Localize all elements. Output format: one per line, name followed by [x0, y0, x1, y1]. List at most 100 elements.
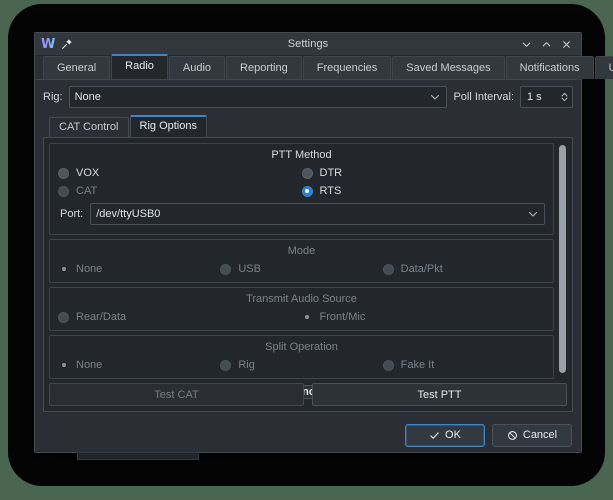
main-tab-bar: General Radio Audio Reporting Frequencie…: [35, 54, 613, 80]
radio-split-rig: Rig: [220, 359, 382, 371]
radio-audio-rear-data: Rear/Data: [58, 311, 302, 323]
vertical-scrollbar[interactable]: [558, 143, 567, 377]
mode-title: Mode: [287, 245, 316, 257]
rig-row: Rig: None Poll Interval: 1 s: [43, 86, 573, 108]
cancel-button[interactable]: Cancel: [492, 423, 572, 447]
mode-row: None USB Data/Pkt: [58, 263, 545, 275]
scrollbar-thumb[interactable]: [559, 145, 566, 373]
test-cat-button: Test CAT: [49, 383, 304, 406]
radio-indicator: [58, 360, 69, 371]
port-select-value: /dev/ttyUSB0: [96, 208, 161, 220]
poll-interval-value: 1 s: [527, 91, 542, 103]
transmit-audio-row: Rear/Data Front/Mic: [58, 311, 545, 323]
tab-frequencies[interactable]: Frequencies: [302, 56, 392, 79]
radio-label: DTR: [319, 167, 343, 179]
stepper-arrows-icon[interactable]: [560, 91, 569, 103]
test-button-row: Test CAT Test PTT: [49, 383, 567, 406]
radio-indicator: [220, 263, 232, 275]
chevron-down-icon: [429, 91, 441, 103]
poll-interval-stepper[interactable]: 1 s: [520, 86, 573, 108]
settings-window: W Settings General Radio Audio Reporting…: [34, 32, 613, 460]
maximize-button[interactable]: [537, 35, 555, 53]
dialog-footer: OK Cancel: [35, 418, 581, 452]
port-label: Port:: [60, 208, 84, 220]
radio-label: Fake It: [400, 359, 435, 371]
radio-label: None: [76, 263, 103, 275]
subtab-cat-control[interactable]: CAT Control: [49, 117, 129, 137]
radio-indicator: [58, 167, 69, 179]
radio-mode-data-pkt: Data/Pkt: [382, 263, 545, 275]
mode-group: Mode None USB Data/Pkt: [49, 239, 554, 283]
radio-split-fake-it: Fake It: [382, 359, 545, 371]
radio-label: Rig: [238, 359, 255, 371]
window-title: Settings: [287, 38, 329, 50]
window-titlebar[interactable]: W Settings: [35, 33, 581, 56]
check-icon: [429, 430, 440, 441]
subtab-rig-options[interactable]: Rig Options: [129, 115, 207, 137]
ptt-method-group: PTT Method VOX DTR CAT RTS Port: /dev/tt…: [49, 143, 554, 235]
app-logo-icon: W: [41, 36, 56, 52]
split-operation-title: Split Operation: [265, 341, 338, 353]
split-operation-group: Split Operation None Rig Fake It: [49, 335, 554, 379]
radio-indicator: [301, 185, 313, 197]
chevron-down-icon: [527, 208, 539, 220]
pin-icon[interactable]: [61, 38, 73, 50]
tab-audio[interactable]: Audio: [168, 56, 226, 79]
radio-indicator: [58, 185, 69, 197]
radio-ptt-rts[interactable]: RTS: [301, 185, 342, 197]
radio-indicator: [58, 311, 69, 323]
settings-body: Rig: None Poll Interval: 1 s CAT Control…: [35, 80, 581, 418]
radio-label: CAT: [76, 185, 98, 197]
radio-indicator: [382, 359, 394, 371]
cancel-button-label: Cancel: [522, 429, 558, 441]
radio-indicator: [382, 263, 394, 275]
tab-notifications[interactable]: Notifications: [505, 56, 594, 79]
tab-general[interactable]: General: [43, 56, 111, 79]
tab-reporting[interactable]: Reporting: [226, 56, 302, 79]
port-row: Port: /dev/ttyUSB0: [60, 203, 545, 225]
radio-label: Front/Mic: [319, 311, 366, 323]
titlebar-left-icons: W: [35, 38, 73, 51]
minimize-button[interactable]: [517, 35, 535, 53]
ok-button-label: OK: [445, 429, 461, 441]
ptt-row-2: CAT RTS: [58, 185, 545, 197]
port-select[interactable]: /dev/ttyUSB0: [90, 203, 545, 225]
poll-interval-label: Poll Interval:: [453, 91, 514, 103]
ban-icon: [507, 430, 518, 441]
radio-ptt-vox[interactable]: VOX: [58, 167, 302, 179]
radio-indicator: [58, 264, 69, 275]
radio-label: RTS: [319, 185, 342, 197]
tab-radio[interactable]: Radio: [111, 54, 168, 79]
radio-label: None: [76, 359, 103, 371]
radio-label: Rear/Data: [76, 311, 127, 323]
ptt-method-title: PTT Method: [271, 149, 332, 161]
radio-indicator: [301, 167, 313, 179]
rig-options-panel: PTT Method VOX DTR CAT RTS Port: /dev/tt…: [43, 137, 573, 412]
desktop-background: W Settings General Radio Audio Reporting…: [0, 0, 613, 500]
test-ptt-button[interactable]: Test PTT: [312, 383, 567, 406]
radio-label: VOX: [76, 167, 100, 179]
rig-select[interactable]: None: [68, 86, 448, 108]
radio-ptt-dtr[interactable]: DTR: [301, 167, 343, 179]
rig-options-scroll-content: PTT Method VOX DTR CAT RTS Port: /dev/tt…: [49, 143, 554, 399]
radio-ptt-cat: CAT: [58, 185, 302, 197]
radio-mode-usb: USB: [220, 263, 382, 275]
transmit-audio-source-group: Transmit Audio Source Rear/Data Front/Mi…: [49, 287, 554, 331]
radio-audio-front-mic: Front/Mic: [302, 311, 366, 323]
tab-ui[interactable]: UI: [594, 56, 613, 79]
rig-sub-tab-bar: CAT Control Rig Options: [43, 115, 573, 137]
radio-label: USB: [238, 263, 261, 275]
ptt-row-1: VOX DTR: [58, 167, 545, 179]
close-button[interactable]: [557, 35, 575, 53]
tab-saved-messages[interactable]: Saved Messages: [392, 56, 505, 79]
radio-indicator: [220, 359, 232, 371]
window-controls: [517, 35, 581, 53]
rig-label: Rig:: [43, 91, 63, 103]
rig-options-scroll-area: PTT Method VOX DTR CAT RTS Port: /dev/tt…: [49, 143, 567, 399]
transmit-audio-source-title: Transmit Audio Source: [246, 293, 357, 305]
ok-button[interactable]: OK: [405, 423, 485, 447]
split-operation-row: None Rig Fake It: [58, 359, 545, 371]
radio-mode-none: None: [58, 263, 220, 275]
radio-split-none: None: [58, 359, 220, 371]
radio-indicator: [302, 312, 313, 323]
